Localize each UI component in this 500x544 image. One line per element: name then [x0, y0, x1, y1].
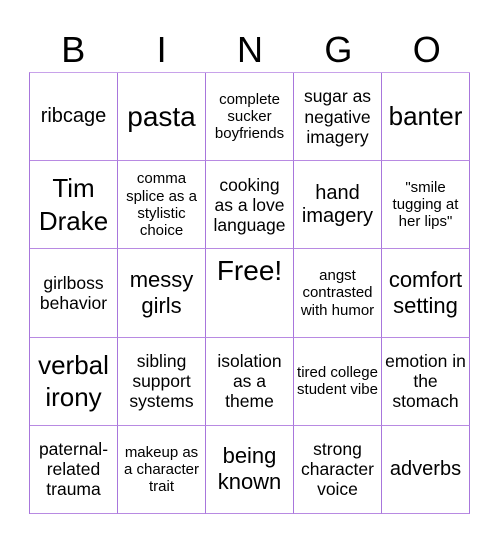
cell-text: paternal-related trauma	[38, 439, 109, 500]
bingo-cell[interactable]: complete sucker boyfriends	[206, 73, 294, 162]
bingo-header: B I N G O	[29, 28, 471, 72]
header-letter-b: B	[61, 29, 86, 70]
cell-text: pasta	[127, 100, 196, 132]
bingo-cell[interactable]: sibling support systems	[118, 337, 206, 426]
bingo-cell[interactable]: verbal irony	[30, 337, 118, 426]
cell-text: Tim Drake	[38, 173, 109, 236]
cell-text: cooking as a love language	[213, 174, 286, 235]
bingo-cell[interactable]: makeup as a character trait	[118, 425, 206, 514]
cell-text: banter	[388, 101, 463, 132]
cell-text: sibling support systems	[129, 351, 194, 412]
cell-text: complete sucker boyfriends	[214, 90, 285, 143]
cell-text: messy girls	[129, 266, 194, 318]
free-space-text: Free!	[216, 255, 283, 287]
bingo-cell[interactable]: "smile tugging at her lips"	[382, 161, 470, 250]
bingo-cell[interactable]: hand imagery	[294, 161, 382, 250]
bingo-board: ribcage pasta complete sucker boyfriends…	[29, 72, 470, 514]
cell-text: being known	[217, 443, 282, 495]
cell-text: tired college student vibe	[297, 363, 378, 399]
cell-text: angst contrasted with humor	[300, 267, 375, 319]
cell-text: isolation as a theme	[217, 351, 282, 412]
bingo-cell[interactable]: adverbs	[382, 425, 470, 514]
bingo-cell[interactable]: pasta	[118, 73, 206, 162]
cell-text: ribcage	[40, 105, 107, 128]
header-letter-o: O	[412, 29, 441, 70]
cell-text: verbal irony	[38, 349, 109, 413]
bingo-cell[interactable]: comfort setting	[382, 249, 470, 338]
cell-text: comfort setting	[388, 266, 463, 318]
bingo-cell[interactable]: paternal-related trauma	[30, 425, 118, 514]
bingo-cell[interactable]: Tim Drake	[30, 161, 118, 250]
cell-text: makeup as a character trait	[123, 443, 200, 496]
bingo-cell[interactable]: girlboss behavior	[30, 249, 118, 338]
header-letter-i: I	[156, 29, 167, 70]
cell-text: emotion in the stomach	[385, 351, 466, 412]
bingo-cell[interactable]: messy girls	[118, 249, 206, 338]
bingo-cell[interactable]: strong character voice	[294, 425, 382, 514]
bingo-cell[interactable]: being known	[206, 425, 294, 514]
bingo-cell[interactable]: angst contrasted with humor	[294, 249, 382, 338]
cell-text: comma splice as a stylistic choice	[126, 170, 197, 240]
free-space-cell[interactable]: Free!	[206, 249, 294, 338]
bingo-cell[interactable]: comma splice as a stylistic choice	[118, 161, 206, 250]
bingo-cell[interactable]: sugar as negative imagery	[294, 73, 382, 162]
cell-text: hand imagery	[301, 181, 374, 227]
cell-text: adverbs	[389, 457, 462, 480]
bingo-cell[interactable]: banter	[382, 73, 470, 162]
header-letter-n: N	[236, 29, 263, 70]
bingo-cell[interactable]: cooking as a love language	[206, 161, 294, 250]
cell-text: girlboss behavior	[39, 272, 108, 313]
cell-text: strong character voice	[301, 439, 374, 500]
bingo-cell[interactable]: isolation as a theme	[206, 337, 294, 426]
bingo-cell[interactable]: emotion in the stomach	[382, 337, 470, 426]
cell-text: sugar as negative imagery	[303, 86, 372, 147]
bingo-cell[interactable]: tired college student vibe	[294, 337, 382, 426]
header-letter-g: G	[324, 29, 353, 70]
bingo-cell[interactable]: ribcage	[30, 73, 118, 162]
cell-text: "smile tugging at her lips"	[392, 178, 459, 231]
